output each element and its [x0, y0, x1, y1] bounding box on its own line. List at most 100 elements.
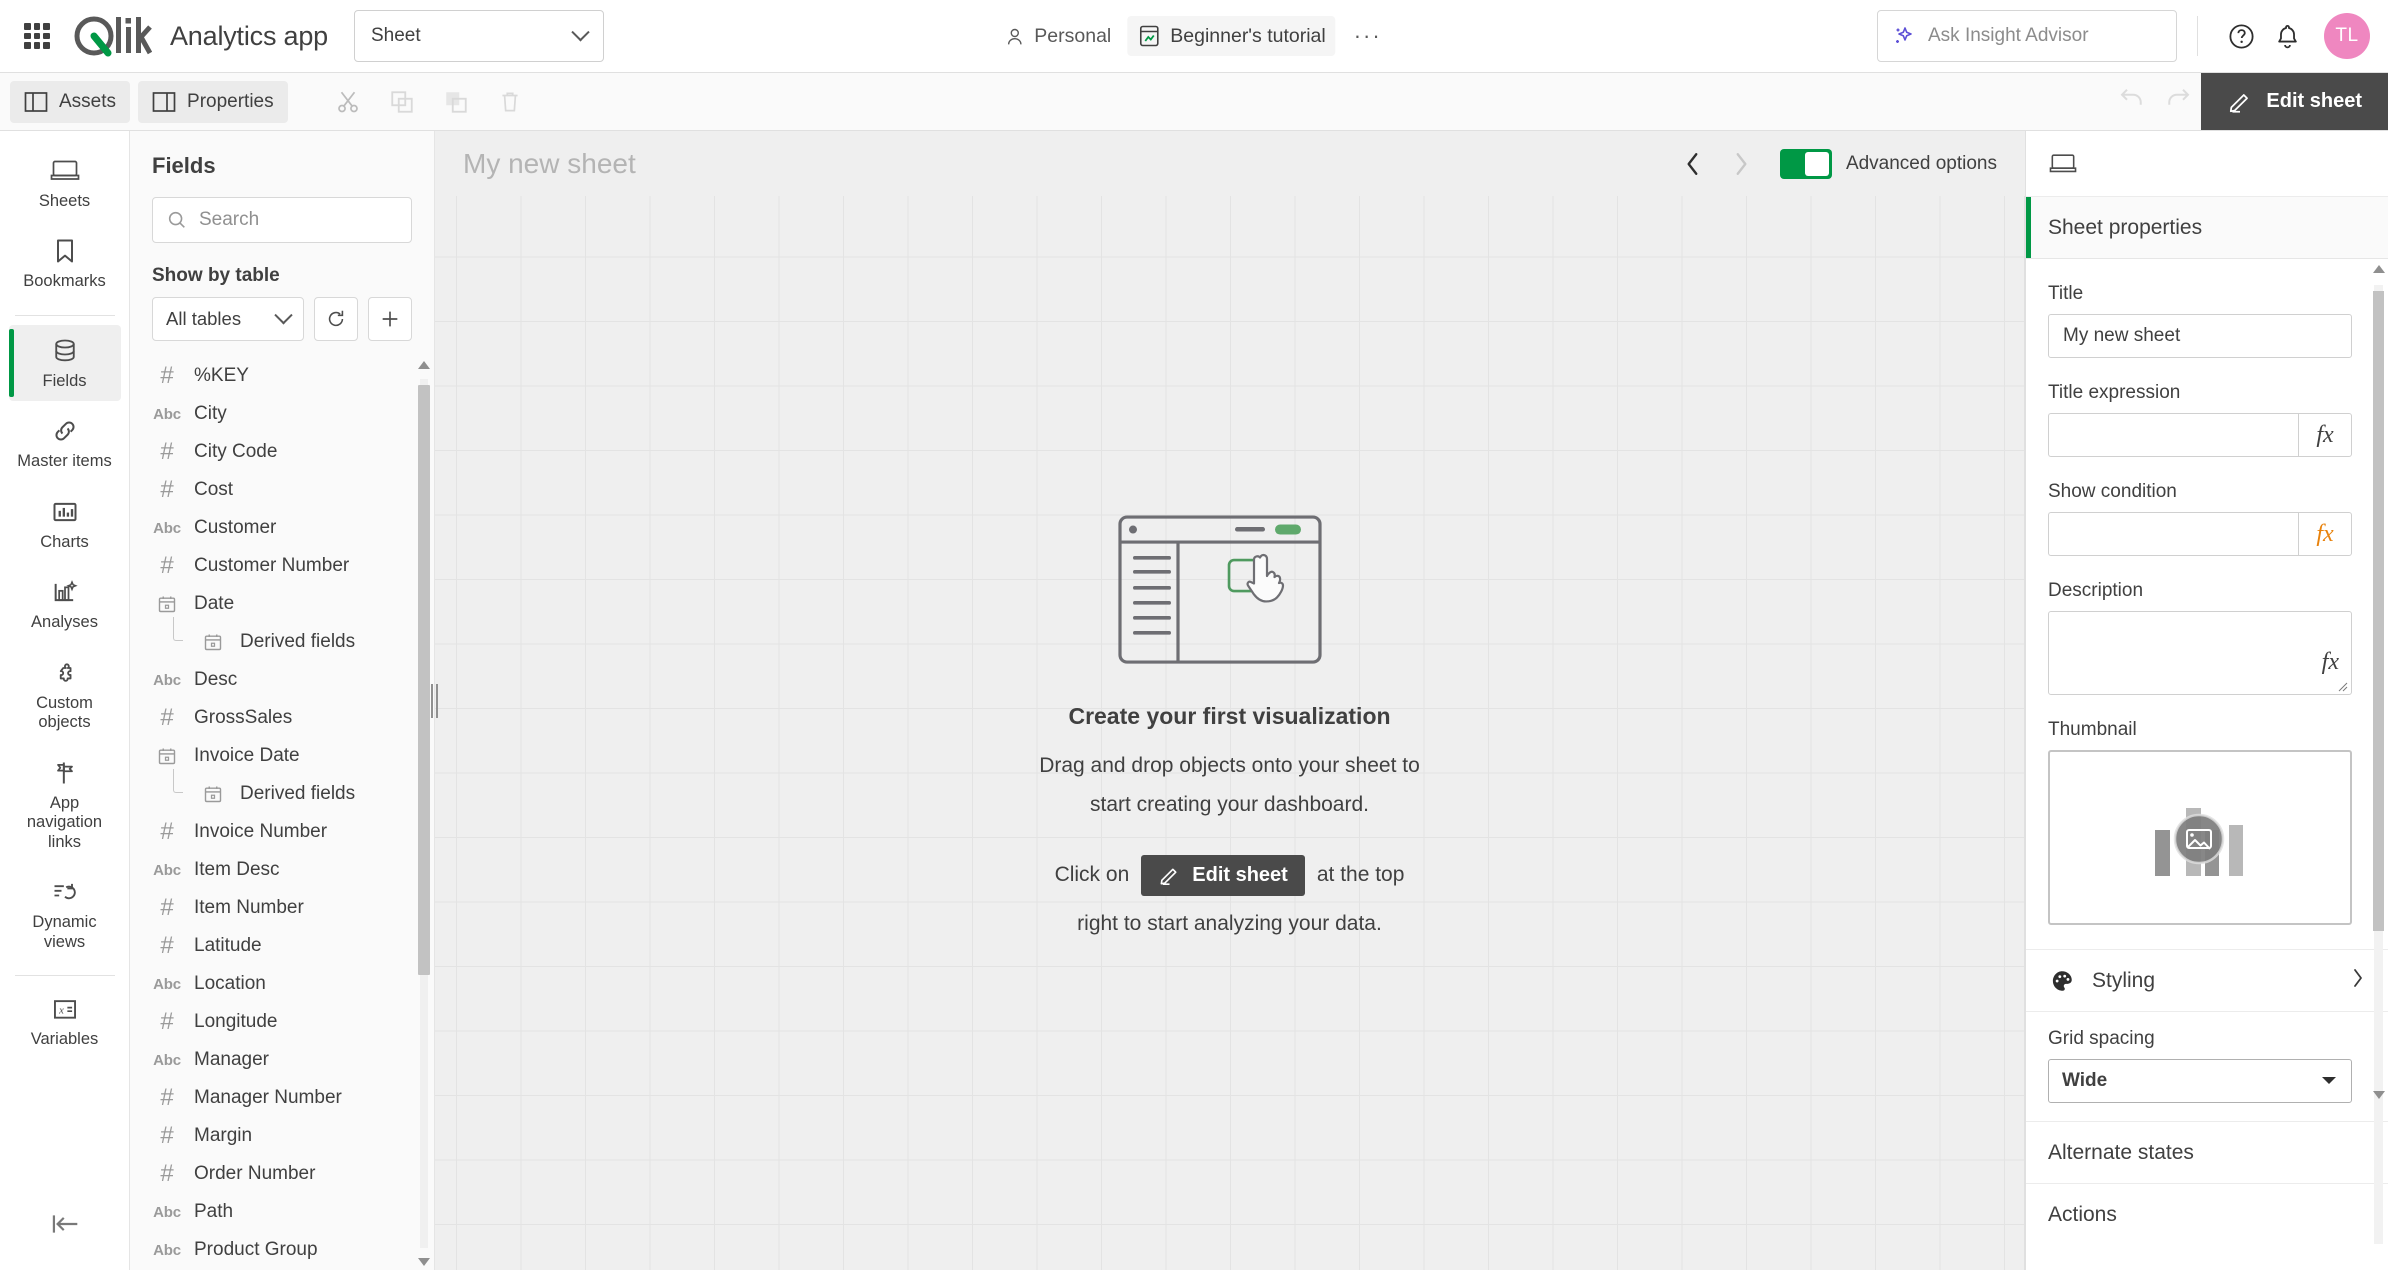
field-list-item[interactable]: # %KEY — [130, 357, 420, 395]
sidebar-item-custom-objects[interactable]: Custom objects — [9, 647, 121, 743]
field-list-item[interactable]: Abc Desc — [130, 661, 420, 699]
cut-icon[interactable] — [325, 79, 371, 125]
field-list-item[interactable]: # Latitude — [130, 927, 420, 965]
breadcrumb-space[interactable]: Personal — [994, 17, 1121, 56]
numeric-field-icon: # — [160, 476, 174, 503]
qlik-logo[interactable] — [72, 11, 152, 61]
sidebar-item-sheets[interactable]: Sheets — [9, 145, 121, 221]
field-list-item[interactable]: # Manager Number — [130, 1079, 420, 1117]
breadcrumb-app[interactable]: Beginner's tutorial — [1127, 16, 1336, 56]
properties-scrollbar[interactable] — [2372, 265, 2385, 1264]
field-list-item[interactable]: # GrossSales — [130, 699, 420, 737]
date-field-icon — [198, 784, 228, 804]
sidebar-item-bookmarks[interactable]: Bookmarks — [9, 225, 121, 301]
resize-handle-icon[interactable] — [2336, 680, 2348, 692]
search-input[interactable]: Search — [152, 197, 412, 243]
title-input[interactable]: My new sheet — [2048, 314, 2352, 358]
refresh-icon[interactable] — [314, 297, 358, 341]
collapse-left-icon[interactable] — [49, 1211, 81, 1242]
field-name: Item Desc — [194, 859, 280, 880]
table-filter-dropdown[interactable]: All tables — [152, 297, 304, 341]
avatar[interactable]: TL — [2324, 13, 2370, 59]
grid-spacing-dropdown[interactable]: Wide — [2048, 1059, 2352, 1103]
actions-row[interactable]: Actions — [2026, 1183, 2388, 1245]
plus-icon[interactable] — [368, 297, 412, 341]
sheet-icon[interactable] — [2048, 151, 2078, 177]
field-list[interactable]: # %KEY Abc City # City Code # Cost Abc Customer # C… — [130, 357, 434, 1270]
title-expression-input[interactable] — [2048, 413, 2298, 457]
field-list-item[interactable]: Abc City — [130, 395, 420, 433]
trash-icon[interactable] — [487, 79, 533, 125]
field-list-item[interactable]: Abc Path — [130, 1193, 420, 1231]
bell-icon[interactable] — [2264, 13, 2310, 59]
sidebar-item-app-navigation-links[interactable]: App navigation links — [9, 747, 121, 862]
title-expression-fx-button[interactable]: fx — [2298, 413, 2352, 457]
field-list-item[interactable]: # Cost — [130, 471, 420, 509]
sheet-header-controls: Advanced options — [1676, 147, 1997, 181]
styling-row[interactable]: Styling — [2026, 949, 2388, 1011]
divider — [2197, 16, 2198, 56]
toolbar-left-group: Assets Properties — [0, 73, 533, 130]
assets-toggle-button[interactable]: Assets — [10, 80, 131, 123]
chevron-right-icon[interactable] — [1724, 147, 1758, 181]
field-list-item[interactable]: # City Code — [130, 433, 420, 471]
undo-icon[interactable] — [2109, 73, 2155, 119]
field-list-item[interactable]: Derived fields — [130, 769, 420, 813]
alternate-states-row[interactable]: Alternate states — [2026, 1121, 2388, 1183]
sheet-selector-value: Sheet — [371, 25, 421, 46]
app-launcher-icon[interactable] — [20, 19, 54, 53]
show-condition-input[interactable] — [2048, 512, 2298, 556]
field-list-item[interactable]: # Item Number — [130, 889, 420, 927]
sidebar-item-master-items[interactable]: Master items — [9, 405, 121, 481]
advanced-options-toggle[interactable] — [1779, 148, 1832, 179]
properties-toggle-button[interactable]: Properties — [138, 80, 288, 123]
field-list-item[interactable]: # Invoice Number — [130, 813, 420, 851]
field-list-item[interactable]: # Order Number — [130, 1155, 420, 1193]
field-list-item[interactable]: Abc Manager — [130, 1041, 420, 1079]
field-list-item[interactable]: # Margin — [130, 1117, 420, 1155]
page-title: My new sheet — [463, 147, 636, 179]
properties-scroll-region[interactable]: Title My new sheet Title expression fx S… — [2026, 259, 2388, 1270]
field-list-item[interactable]: Abc Item Desc — [130, 851, 420, 889]
scroll-down-arrow[interactable] — [2372, 1091, 2385, 1099]
text-field-icon: Abc — [153, 861, 181, 879]
field-list-item[interactable]: Abc Product Group — [130, 1231, 420, 1269]
description-textarea[interactable]: fx — [2048, 611, 2352, 695]
sheet-canvas[interactable]: Create your first visualization Drag and… — [435, 196, 2025, 1270]
scroll-up-arrow[interactable] — [2372, 265, 2385, 273]
thumbnail-picker[interactable] — [2048, 750, 2352, 925]
scrollbar-thumb[interactable] — [2373, 291, 2384, 931]
field-list-item[interactable]: Abc Location — [130, 965, 420, 1003]
show-by-table-controls: All tables — [130, 287, 434, 341]
field-list-item[interactable]: Abc Customer — [130, 509, 420, 547]
redo-icon[interactable] — [2155, 73, 2201, 119]
field-list-item[interactable]: # Customer Number — [130, 547, 420, 585]
help-icon[interactable] — [2218, 13, 2264, 59]
tree-branch-connector — [166, 769, 186, 813]
description-fx-button[interactable]: fx — [2322, 649, 2339, 676]
chevron-down-icon — [274, 305, 293, 324]
insight-advisor-search[interactable]: Ask Insight Advisor — [1877, 10, 2177, 62]
chevron-down-icon — [571, 22, 590, 41]
more-options-button[interactable]: ··· — [1342, 25, 1394, 47]
sheet-selector-dropdown[interactable]: Sheet — [354, 10, 604, 62]
sidebar-item-analyses[interactable]: Analyses — [9, 566, 121, 642]
field-list-item[interactable]: Derived fields — [130, 617, 420, 661]
copy-icon[interactable] — [379, 79, 425, 125]
sidebar-item-charts[interactable]: Charts — [9, 486, 121, 562]
empty-state-cta: Click on Edit sheet at the top — [1055, 854, 1404, 896]
show-condition-fx-button[interactable]: fx — [2298, 512, 2352, 556]
sidebar-item-variables[interactable]: x Variables — [9, 985, 121, 1059]
paste-icon[interactable] — [433, 79, 479, 125]
pencil-icon — [2230, 93, 2249, 113]
sidebar-item-fields[interactable]: Fields — [8, 324, 121, 402]
empty-state-cta-line-2: right to start analyzing your data. — [1077, 911, 1382, 935]
panel-resize-handle[interactable] — [427, 131, 441, 1270]
text-field-icon: Abc — [153, 671, 181, 689]
edit-sheet-button[interactable]: Edit sheet — [2201, 73, 2388, 130]
field-name: Invoice Date — [194, 745, 300, 766]
sidebar-item-dynamic-views[interactable]: Dynamic views — [9, 866, 121, 962]
chevron-left-icon[interactable] — [1676, 147, 1710, 181]
field-list-item[interactable]: # Longitude — [130, 1003, 420, 1041]
empty-state-edit-sheet-button[interactable]: Edit sheet — [1141, 854, 1305, 896]
